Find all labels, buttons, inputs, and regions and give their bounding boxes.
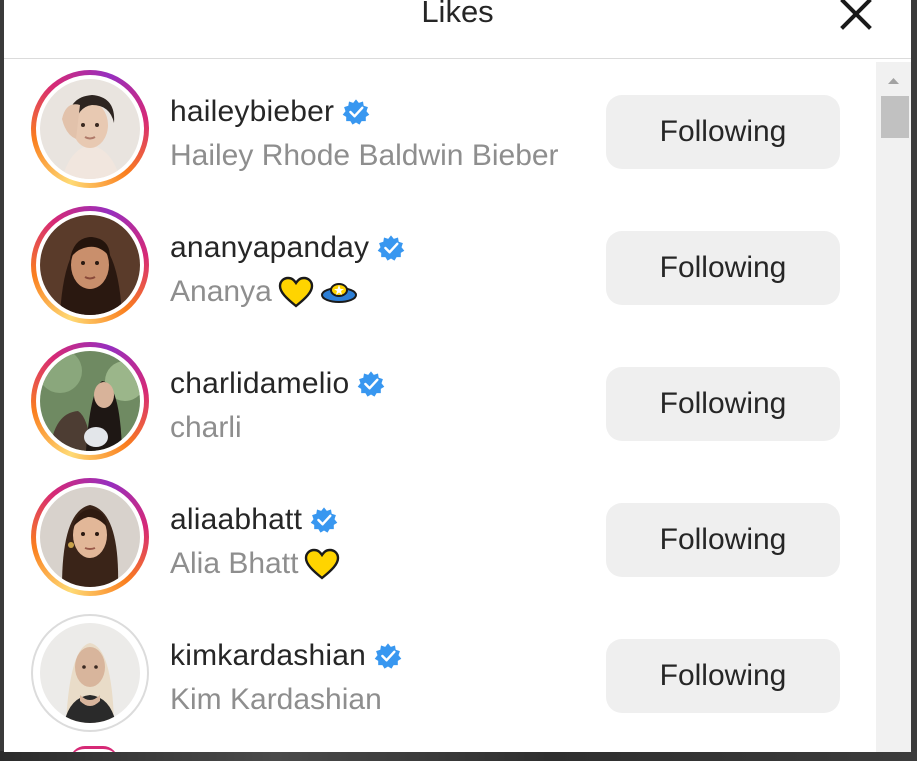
- yellow-heart-icon: [278, 276, 313, 308]
- scrollbar[interactable]: [876, 62, 911, 752]
- list-item: ananyapanday Ananya Following: [4, 198, 872, 334]
- list-item: haileybieber Hailey Rhode Baldwin Bieber…: [4, 62, 872, 198]
- avatar: [40, 623, 140, 723]
- username[interactable]: kimkardashian: [170, 639, 366, 673]
- avatar: [40, 487, 140, 587]
- story-ring[interactable]: [31, 342, 149, 460]
- next-story-ring-peek: [70, 746, 118, 752]
- verified-badge-icon: [377, 235, 405, 261]
- story-ring[interactable]: [31, 70, 149, 188]
- username[interactable]: haileybieber: [170, 95, 334, 129]
- following-button[interactable]: Following: [606, 367, 840, 441]
- following-button[interactable]: Following: [606, 639, 840, 713]
- username[interactable]: charlidamelio: [170, 367, 349, 401]
- verified-badge-icon: [310, 507, 338, 533]
- likes-list: haileybieber Hailey Rhode Baldwin Bieber…: [4, 62, 872, 752]
- list-item: kimkardashian Kim Kardashian Following: [4, 606, 872, 742]
- avatar: [40, 351, 140, 451]
- full-name: Ananya: [170, 275, 272, 308]
- page-backdrop: [0, 751, 917, 761]
- scroll-up-arrow-icon[interactable]: [876, 70, 911, 90]
- scrollbar-thumb[interactable]: [881, 96, 909, 138]
- story-ring[interactable]: [31, 478, 149, 596]
- yellow-heart-icon: [305, 548, 340, 580]
- full-name: Kim Kardashian: [170, 683, 382, 716]
- dialog-header: Likes: [4, 0, 911, 59]
- full-name: Hailey Rhode Baldwin Bieber: [170, 139, 559, 172]
- list-item: aliaabhatt Alia Bhatt Following: [4, 470, 872, 606]
- dialog-title: Likes: [421, 0, 494, 29]
- close-icon[interactable]: [836, 0, 876, 32]
- avatar-border[interactable]: [31, 614, 149, 732]
- following-button[interactable]: Following: [606, 95, 840, 169]
- full-name: Alia Bhatt: [170, 547, 299, 580]
- username[interactable]: aliaabhatt: [170, 503, 302, 537]
- avatar: [40, 79, 140, 179]
- list-item: charlidamelio charli Following: [4, 334, 872, 470]
- verified-badge-icon: [374, 643, 402, 669]
- username[interactable]: ananyapanday: [170, 231, 369, 265]
- likes-dialog: Likes haileybieber Hailey Rhode Baldwin …: [4, 0, 911, 752]
- story-ring[interactable]: [31, 206, 149, 324]
- avatar: [40, 215, 140, 315]
- following-button[interactable]: Following: [606, 503, 840, 577]
- verified-badge-icon: [358, 371, 385, 397]
- following-button[interactable]: Following: [606, 231, 840, 305]
- verified-badge-icon: [342, 99, 370, 125]
- full-name: charli: [170, 411, 242, 444]
- ufo-icon: [320, 283, 357, 303]
